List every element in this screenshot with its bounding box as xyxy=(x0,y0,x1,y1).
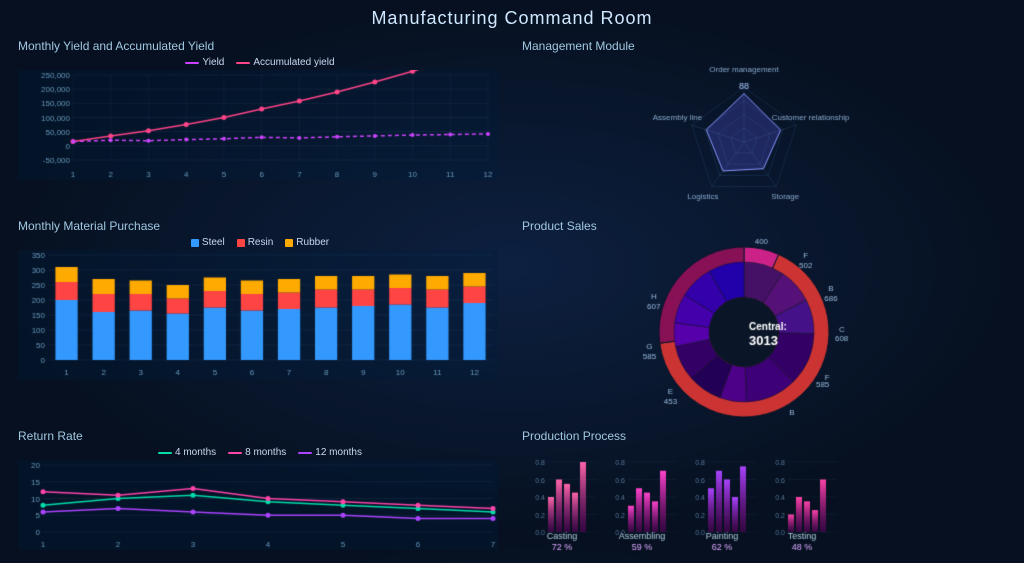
donut-container xyxy=(522,237,1006,417)
management-panel: Management Module xyxy=(512,33,1016,213)
material-legend: Steel Resin Rubber xyxy=(18,237,502,248)
radar-chart-canvas xyxy=(614,57,914,207)
management-title: Management Module xyxy=(522,39,1006,53)
material-title: Monthly Material Purchase xyxy=(18,219,502,233)
return-legend: 4 months 8 months 12 months xyxy=(18,447,502,458)
yield-legend-yield: Yield xyxy=(185,57,224,68)
donut-chart-canvas xyxy=(604,237,924,417)
material-panel: Monthly Material Purchase Steel Resin Ru… xyxy=(8,213,512,423)
radar-container xyxy=(522,57,1006,207)
sales-title: Product Sales xyxy=(522,219,1006,233)
process-title: Production Process xyxy=(522,429,1006,443)
return-panel: Return Rate 4 months 8 months 12 months xyxy=(8,423,512,563)
yield-title: Monthly Yield and Accumulated Yield xyxy=(18,39,502,53)
yield-legend-accumulated: Accumulated yield xyxy=(236,57,334,68)
return-chart-canvas xyxy=(18,460,498,550)
process-chart-canvas xyxy=(522,447,842,557)
yield-chart-canvas xyxy=(18,70,498,180)
return-title: Return Rate xyxy=(18,429,502,443)
material-chart-canvas xyxy=(18,250,498,380)
sales-panel: Product Sales xyxy=(512,213,1016,423)
yield-panel: Monthly Yield and Accumulated Yield Yiel… xyxy=(8,33,512,213)
page-title: Manufacturing Command Room xyxy=(0,0,1024,33)
process-panel: Production Process xyxy=(512,423,1016,563)
yield-legend: Yield Accumulated yield xyxy=(18,57,502,68)
